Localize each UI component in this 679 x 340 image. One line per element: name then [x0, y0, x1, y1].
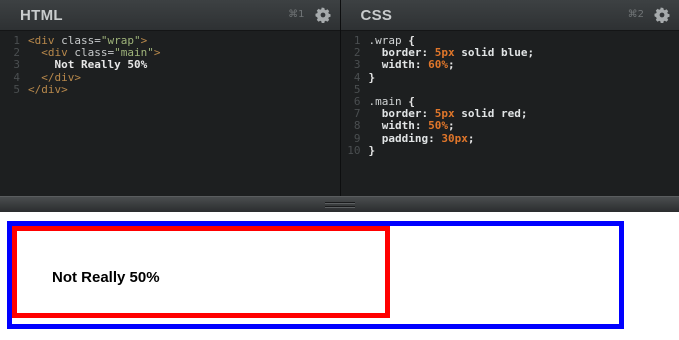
code-token: Not Really 50% [28, 58, 148, 72]
code-token: 50% [428, 119, 448, 133]
line-number: 4 [13, 70, 20, 84]
code-line[interactable]: 4} [341, 70, 679, 84]
code-line[interactable]: 4 </div> [0, 70, 340, 84]
code-token: } [368, 143, 376, 157]
code-token: solid red; [454, 107, 528, 121]
line-number: 10 [347, 143, 361, 157]
code-line[interactable]: 8 width: 50%; [341, 120, 679, 132]
code-token: width: [368, 58, 429, 72]
code-token: ; [467, 131, 475, 145]
gear-icon[interactable] [315, 7, 331, 23]
preview-main-box: Not Really 50% [12, 226, 390, 318]
resize-grip-icon[interactable] [324, 202, 355, 210]
css-pane-shortcut: ⌘2 [627, 9, 644, 20]
html-pane-header: HTML ⌘1 [0, 0, 340, 31]
code-token: ; [447, 58, 455, 72]
gear-icon[interactable] [654, 7, 670, 23]
code-token: padding: [368, 131, 442, 145]
code-line[interactable]: 10} [341, 143, 679, 157]
line-number: 4 [353, 70, 361, 84]
code-token: </div> [28, 82, 68, 96]
line-number: 8 [353, 119, 361, 133]
html-editor-pane: HTML ⌘1 1 <div class= "wrap" >2 <div class=… [0, 0, 340, 196]
css-editor-pane: CSS ⌘2 1 .wrap {2 border: 5px solid blue;… [339, 0, 679, 196]
line-number: 3 [13, 58, 20, 72]
css-pane-title: CSS [360, 7, 393, 24]
line-number: 3 [353, 58, 361, 72]
code-line[interactable]: 3 width: 60%; [341, 59, 679, 71]
html-code-editor[interactable]: 1 <div class= "wrap" >2 <div class= "main" >3… [0, 34, 340, 96]
result-preview: Not Really 50% [0, 212, 679, 340]
code-token: solid blue; [454, 46, 535, 60]
css-pane-header: CSS ⌘2 [340, 0, 679, 31]
editor-area: HTML ⌘1 1 <div class= "wrap" >2 <div class=… [0, 0, 679, 196]
code-token: width: [368, 119, 429, 133]
preview-wrap-box: Not Really 50% [7, 221, 624, 329]
code-line[interactable]: 3 Not Really 50% [0, 59, 340, 71]
code-token: ; [447, 119, 455, 133]
code-token: 30px [441, 131, 468, 145]
preview-main-text: Not Really 50% [52, 269, 160, 286]
line-number: 9 [353, 131, 361, 145]
code-token: </div> [28, 70, 81, 84]
code-line[interactable]: 9 padding: 30px; [341, 131, 679, 145]
code-line[interactable]: 5 </div> [0, 82, 340, 96]
code-token: } [368, 70, 376, 84]
code-token: > [153, 46, 161, 60]
css-code-editor[interactable]: 1 .wrap {2 border: 5px solid blue; 3 width… [341, 34, 679, 157]
line-number: 5 [13, 82, 20, 96]
resize-bar[interactable] [0, 196, 679, 212]
html-pane-shortcut: ⌘1 [288, 9, 305, 20]
code-token: 60% [428, 58, 448, 72]
html-pane-title: HTML [20, 7, 63, 24]
